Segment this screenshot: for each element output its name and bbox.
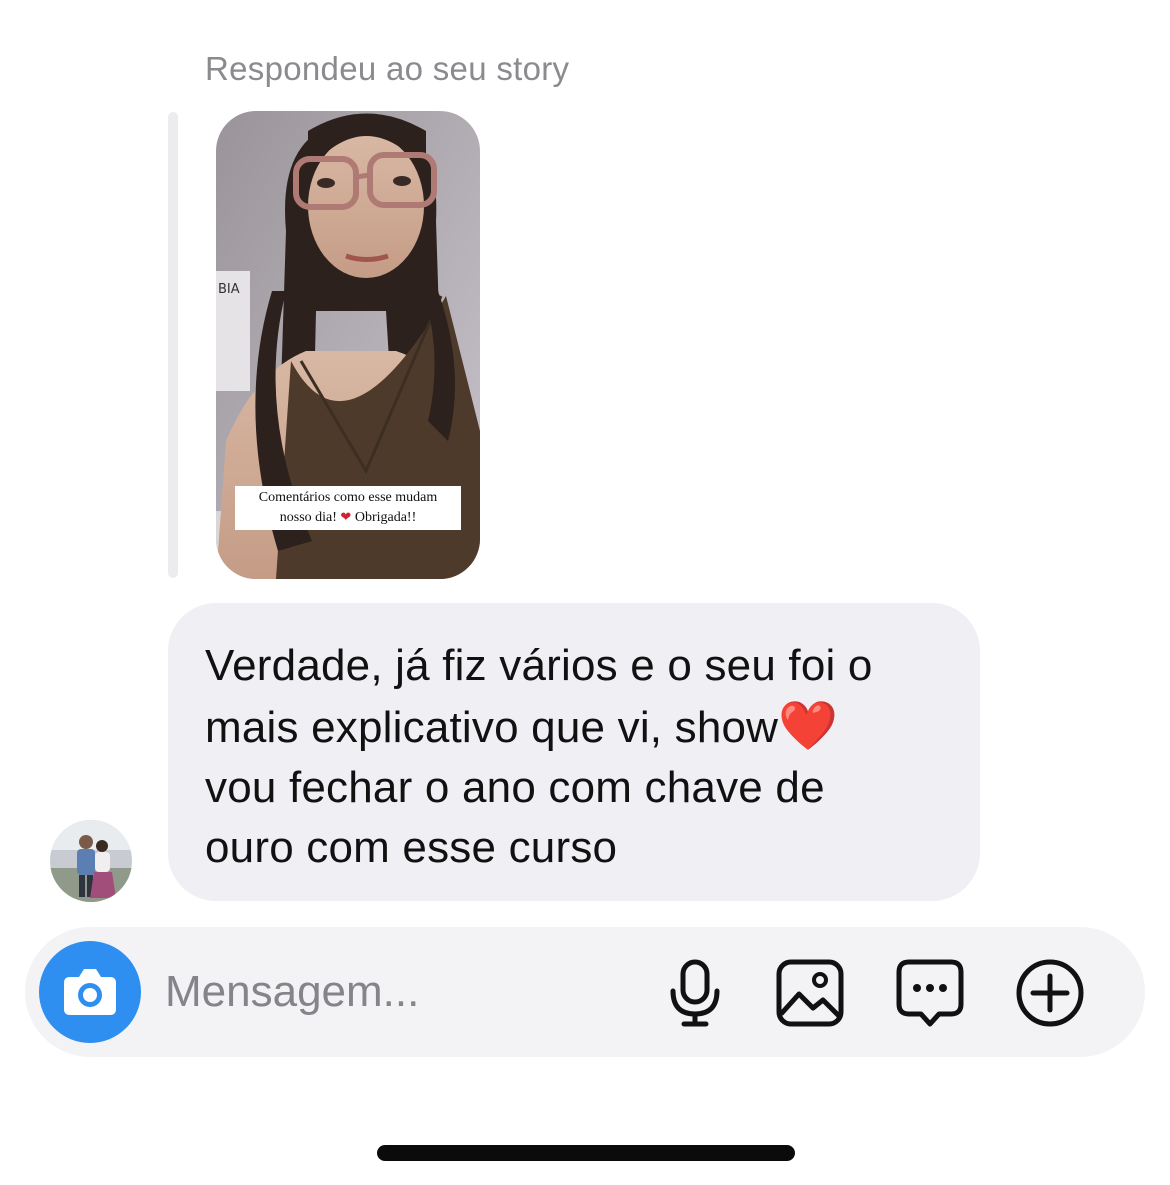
svg-text:BIA: BIA [218, 282, 240, 297]
message-line-3: vou fechar o ano com chave de [205, 763, 825, 812]
story-caption-text: nosso dia! [279, 510, 337, 525]
story-caption-line-1: Comentários como esse mudam [258, 490, 438, 505]
camera-icon [64, 969, 116, 1015]
message-line-4: ouro com esse curso [205, 823, 618, 872]
story-heart-emoji: ❤ [340, 509, 352, 524]
microphone-icon[interactable] [660, 958, 730, 1028]
sender-avatar[interactable] [50, 820, 132, 902]
sticker-chat-icon[interactable] [895, 958, 965, 1028]
avatar-photo [50, 820, 132, 902]
story-caption: Comentários como esse mudam nosso dia! ❤… [235, 486, 461, 530]
message-line-1: Verdade, já fiz vários e o seu foi o [205, 641, 873, 690]
message-input[interactable] [165, 957, 635, 1027]
red-heart-emoji: ❤️ [778, 698, 839, 754]
gallery-icon[interactable] [775, 958, 845, 1028]
plus-circle-icon[interactable] [1015, 958, 1085, 1028]
message-bubble[interactable]: Verdade, já fiz vários e o seu foi o mai… [168, 603, 980, 901]
home-indicator[interactable] [377, 1145, 795, 1161]
message-text: Verdade, já fiz vários e o seu foi o mai… [205, 636, 965, 878]
message-line-2-text: mais explicativo que vi, show [205, 703, 779, 752]
message-line-2: mais explicativo que vi, show❤️ [205, 696, 965, 758]
camera-button[interactable] [39, 941, 141, 1043]
story-thumbnail[interactable]: BIA Comentários como esse mudam nosso di… [216, 111, 480, 579]
story-caption-thanks: Obrigada!! [354, 510, 417, 525]
message-composer [25, 927, 1145, 1057]
reply-quote-bar [168, 112, 178, 578]
reply-context-label: Respondeu ao seu story [205, 50, 570, 87]
story-caption-line-2: nosso dia! ❤ Obrigada!! [235, 507, 461, 527]
